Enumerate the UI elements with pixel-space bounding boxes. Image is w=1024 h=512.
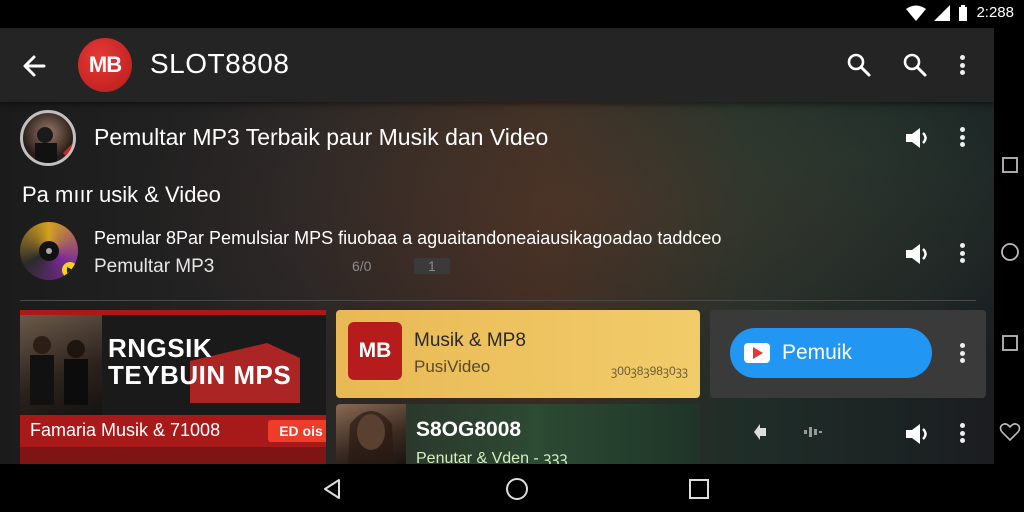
card-headline-line1: RNGSIK (108, 333, 213, 363)
play-card: Pemuik (710, 310, 986, 398)
side-system-nav (994, 28, 1024, 464)
card-headline: RNGSIK TEYBUIN MPS (108, 335, 291, 389)
list-item[interactable]: Pemultar MP3 Terbaik paur Musik dan Vide… (0, 102, 994, 172)
promo-card-red[interactable]: RNGSIK TEYBUIN MPS Famaria Musik & 71008… (20, 310, 326, 464)
row-meta-b: 1 (414, 258, 450, 274)
speaker-icon[interactable] (904, 422, 930, 446)
card-strip (20, 447, 326, 464)
back-triangle-icon[interactable] (320, 477, 344, 501)
band-photo (20, 315, 102, 415)
card-badge[interactable]: ED ois (268, 420, 326, 442)
card-subtitle: PusiVideo (414, 357, 491, 376)
app-logo: MB (78, 38, 132, 92)
speaker-icon[interactable] (904, 126, 930, 150)
avatar (20, 110, 76, 166)
overflow-menu-icon[interactable] (952, 52, 972, 78)
promo-card-green[interactable]: S8OG8008 Penutar & Vden - ꝫꝫꝫ (336, 404, 700, 464)
card-subtitle: Penutar & Vden - ꝫꝫꝫ (416, 450, 568, 464)
card-caption: Famaria Musik & 71008 (30, 420, 221, 440)
recents-square-icon[interactable] (688, 478, 710, 500)
artist-photo (336, 404, 406, 464)
row-subtitle: Pemultar MP3 (94, 256, 215, 277)
circle-icon[interactable] (1000, 242, 1020, 262)
divider (20, 300, 976, 301)
item-menu-icon[interactable] (952, 124, 972, 150)
mb-logo: MB (348, 322, 402, 380)
app-logo-text: MB (88, 52, 122, 77)
row-meta-a: 6/0 (352, 258, 372, 274)
search-icon[interactable] (844, 50, 874, 80)
play-icon (744, 343, 770, 363)
section-header: Pa mıır usik & Video (22, 182, 221, 207)
card-title: Musik & MP8 (414, 330, 526, 351)
status-icons: 2:288 (906, 4, 1014, 21)
mb-logo-text: MB (358, 339, 392, 362)
card-meta: ꝫ00ꝫ8ꝫ98ꝫ0ꝫꝫ (611, 364, 688, 378)
wifi-icon (906, 5, 927, 21)
app-content: MB SLOT8808 Pemultar MP3 Terbaik paur Mu… (0, 28, 994, 464)
equalizer-icon[interactable] (804, 426, 822, 438)
speaker-icon[interactable] (904, 242, 930, 266)
play-button-label: Pemuik (782, 341, 853, 364)
card-title: S8OG8008 (416, 418, 522, 441)
system-nav-bar (0, 464, 1024, 512)
app-title: SLOT8808 (150, 48, 290, 79)
play-button[interactable]: Pemuik (730, 328, 932, 378)
list-item[interactable]: Pemular 8Par Pemulsiar MPS fiuobaa a agu… (0, 216, 994, 296)
volume-low-icon[interactable] (752, 422, 774, 442)
row-title: Pemultar MP3 Terbaik paur Musik dan Vide… (94, 124, 549, 150)
battery-icon (959, 4, 968, 21)
promo-card-yellow[interactable]: MB Musik & MP8 PusiVideo ꝫ00ꝫ8ꝫ98ꝫ0ꝫꝫ (336, 310, 700, 398)
back-arrow-icon[interactable] (18, 50, 50, 82)
status-time: 2:288 (976, 4, 1014, 21)
heart-icon[interactable] (999, 422, 1021, 442)
home-circle-icon[interactable] (505, 477, 529, 501)
square-icon[interactable] (1001, 156, 1019, 174)
square-icon[interactable] (1001, 334, 1019, 352)
card-headline-line2: TEYBUIN MPS (108, 360, 292, 390)
item-menu-icon[interactable] (952, 420, 972, 446)
row-title: Pemular 8Par Pemulsiar MPS fiuobaa a agu… (94, 228, 722, 248)
search-icon-secondary[interactable] (900, 50, 930, 80)
item-menu-icon[interactable] (952, 240, 972, 266)
cell-signal-icon (934, 4, 951, 21)
status-bar: 2:288 (0, 0, 1024, 28)
vinyl-disc-icon (20, 222, 78, 280)
card-menu-icon[interactable] (952, 340, 972, 366)
app-toolbar: MB SLOT8808 (0, 28, 994, 102)
